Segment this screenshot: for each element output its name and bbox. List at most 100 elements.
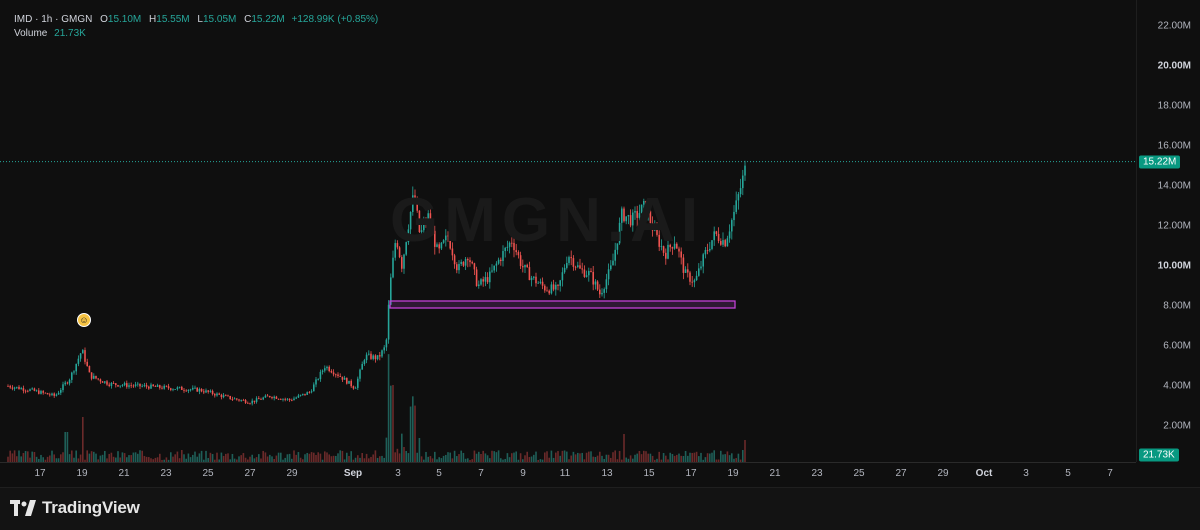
candle-body (93, 375, 95, 379)
volume-bar (742, 450, 744, 462)
volume-bar (588, 451, 590, 462)
candle-body (480, 279, 482, 285)
volume-bar (251, 454, 253, 462)
event-emoji-icon[interactable]: ☺ (77, 313, 91, 327)
volume-bar (262, 450, 264, 462)
candle-body (605, 279, 608, 290)
candle-body (528, 267, 531, 281)
candle-body (60, 390, 62, 393)
volume-bar (535, 451, 537, 462)
candle-body (231, 399, 234, 400)
candle-body (139, 383, 141, 387)
candle-body (42, 391, 44, 393)
candle-body (297, 395, 300, 398)
volume-bar (649, 453, 652, 462)
volume-bar (425, 451, 427, 462)
candle-body (196, 387, 198, 392)
candle-body (258, 398, 260, 400)
price-axis[interactable]: 22.00M 20.00M 18.00M 16.00M 14.00M 12.00… (1136, 0, 1200, 462)
candle-body (317, 379, 319, 380)
candle-body (86, 361, 88, 367)
volume-bar (607, 454, 610, 462)
candle-body (13, 387, 16, 389)
candle-body (585, 275, 588, 277)
legend-symbol[interactable]: IMD · 1h · GMGN (14, 14, 92, 25)
candle-body (44, 392, 47, 394)
volume-bar (555, 452, 557, 462)
candle-body (49, 394, 51, 396)
volume-bar (75, 450, 77, 462)
candle-body (84, 350, 86, 362)
candle-body (546, 290, 548, 292)
volume-bar (385, 437, 388, 462)
candle-body (387, 304, 390, 340)
volume-bar (231, 453, 234, 462)
candle-body (583, 269, 586, 277)
candle-body (227, 395, 229, 397)
candle-body (46, 393, 49, 395)
volume-bar (689, 452, 691, 462)
time-tick: 25 (202, 468, 214, 479)
volume-bar (33, 451, 36, 462)
candle-body (176, 387, 179, 390)
time-tick: 3 (1023, 468, 1029, 479)
candle-body (64, 382, 66, 385)
candle-body (185, 390, 187, 392)
candle-body (519, 255, 522, 267)
candle-body (693, 280, 696, 283)
candle-body (603, 289, 605, 293)
volume-bar (416, 452, 418, 462)
candle-body (121, 385, 124, 386)
candle-body (119, 385, 121, 387)
candle-body (596, 281, 599, 290)
candle-body (218, 393, 220, 395)
volume-bar (101, 454, 104, 462)
volume-bar (346, 452, 348, 462)
volume-bar (198, 453, 201, 462)
candle-body (594, 281, 597, 285)
volume-bar (493, 451, 495, 462)
volume-bar (374, 450, 377, 462)
volume-bar (24, 451, 27, 462)
candle-body (361, 364, 363, 370)
price-tick: 12.00M (1157, 220, 1191, 232)
tradingview-logo[interactable]: TradingView (10, 498, 140, 518)
time-tick: 5 (436, 468, 442, 479)
volume-bar (737, 453, 740, 462)
volume-bar (396, 448, 399, 462)
volume-bar (365, 453, 368, 462)
time-tick: Oct (975, 468, 993, 479)
volume-bar (695, 451, 698, 462)
time-axis[interactable]: 17 19 21 23 25 27 29 Sep 3 5 7 9 11 13 1… (0, 462, 1136, 487)
volume-bar (640, 454, 643, 462)
volume-bar (634, 454, 636, 462)
candle-body (319, 371, 322, 380)
volume-bar (22, 453, 25, 462)
price-tick: 4.00M (1163, 380, 1191, 392)
candle-body (341, 376, 344, 380)
candle-body (348, 380, 350, 384)
volume-bar (599, 451, 601, 462)
candle-body (194, 387, 196, 389)
volume-bar (317, 452, 319, 462)
candle-body (104, 381, 106, 383)
volume-bar (574, 454, 577, 462)
open-value: 15.10M (107, 14, 142, 25)
volume-bar (453, 450, 456, 462)
volume-bar (700, 452, 702, 462)
volume-bar (407, 453, 410, 462)
candle-body (260, 399, 262, 400)
candle-body (566, 262, 568, 268)
volume-bar (482, 450, 484, 462)
volume-bar (563, 450, 566, 462)
volume-bar (557, 451, 559, 462)
candle-body (464, 259, 467, 266)
volume-bar (27, 451, 29, 462)
time-tick: 11 (559, 468, 571, 479)
candle-body (733, 211, 735, 221)
volume-label[interactable]: Volume (14, 28, 47, 39)
open-label: O (100, 14, 108, 25)
volume-bar (18, 450, 20, 462)
chart-frame[interactable]: GMGN.AI ☺ IMD · 1h · GMGN O15.10M H15.55… (0, 0, 1200, 529)
candle-body (739, 188, 742, 195)
